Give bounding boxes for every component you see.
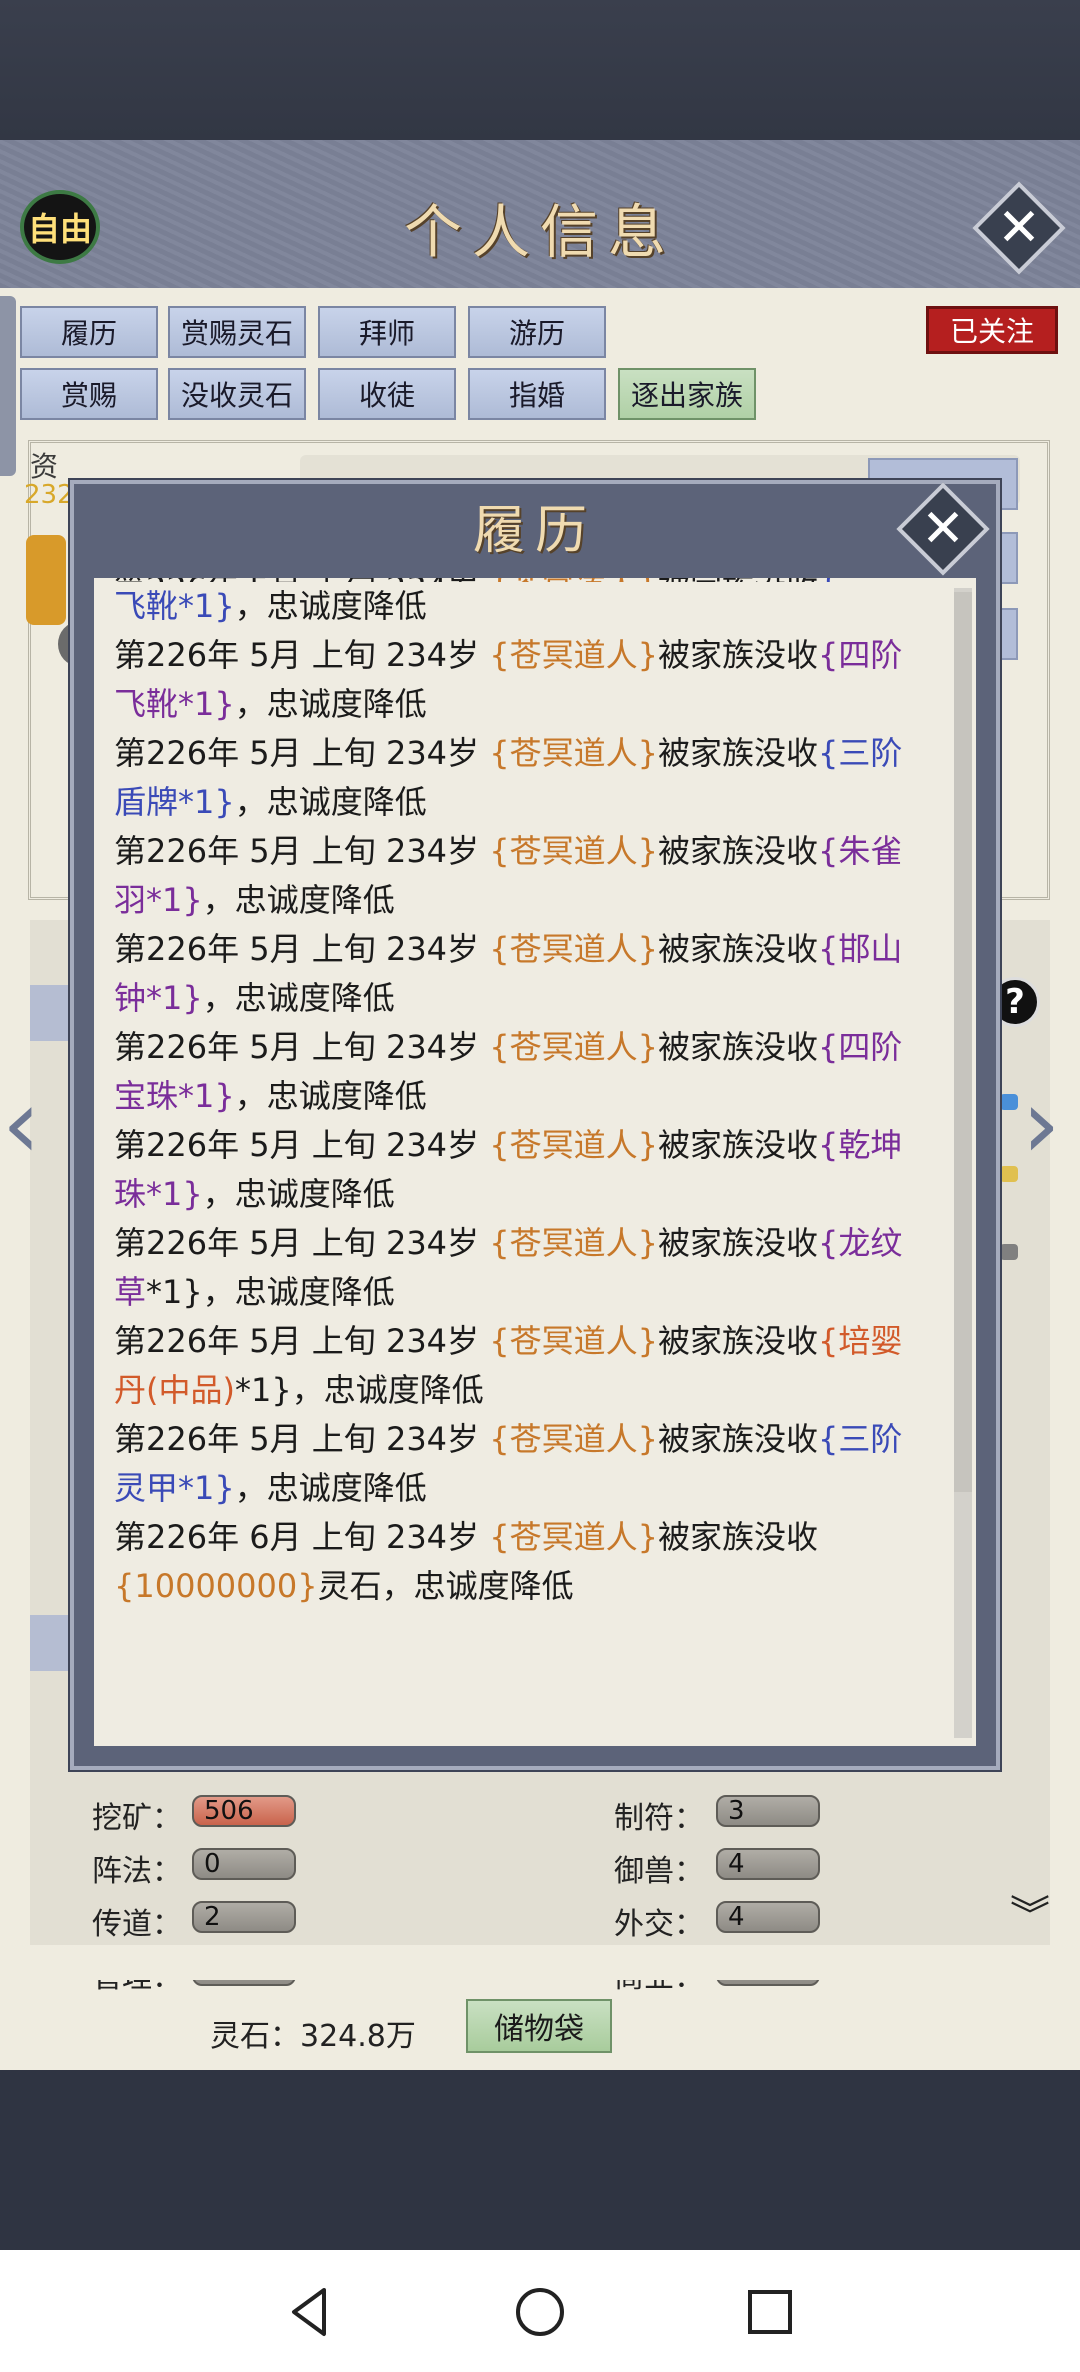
list-item: 第226年 6月 上旬 234岁 {苍冥道人}被家族没收 [114,1518,818,1556]
tab-history[interactable]: 履历 [20,306,158,358]
list-item: 宝珠*1}，忠诚度降低 [114,1077,427,1115]
beast-value: 4 [716,1848,820,1880]
list-item: {10000000}灵石，忠诚度降低 [114,1567,574,1605]
preach-label: 传道： [92,1907,182,1942]
beast-label: 御兽： [614,1854,704,1889]
tab-travel[interactable]: 游历 [468,306,606,358]
preach-value: 2 [192,1901,296,1933]
list-item: 第226年 5月 上旬 234岁 {苍冥道人}被家族没收{培婴 [114,1322,903,1360]
list-item: 羽*1}，忠诚度降低 [114,881,395,919]
tab-take-disciple[interactable]: 收徒 [318,368,456,420]
attribute-bar [1000,1166,1018,1182]
modal-title: 履历 [472,501,597,561]
double-chevron-down-icon[interactable]: ︾ [1010,1896,1050,1936]
page-title: 个人信息 [403,198,676,266]
list-item: 珠*1}，忠诚度降低 [114,1175,395,1213]
list-item: 第226年 5月 上旬 234岁 {苍冥道人}被家族没收{龙纹 [114,1224,903,1262]
scrollbar-thumb[interactable] [954,592,972,1492]
talisman-label: 制符： [614,1801,704,1836]
list-item: 盾牌*1}，忠诚度降低 [114,783,427,821]
formation-value: 0 [192,1848,296,1880]
history-log[interactable]: 第226年 5月 上旬 234岁 {苍冥道人}被家族没收{ 飞靴*1}，忠诚度降… [94,578,976,1746]
tab-confiscate-stones[interactable]: 没收灵石 [168,368,306,420]
list-item: 第226年 5月 上旬 234岁 {苍冥道人}被家族没收{四阶 [114,636,903,674]
tab-apprentice[interactable]: 拜师 [318,306,456,358]
chevron-right-icon[interactable]: › [1022,1068,1060,1180]
attribute-bar [1000,1244,1018,1260]
diplomacy-value: 4 [716,1901,820,1933]
list-item: 飞靴*1}，忠诚度降低 [114,587,427,625]
chevron-left-icon[interactable]: ‹ [2,1068,40,1180]
list-item: 丹(中品)*1}，忠诚度降低 [114,1371,484,1409]
list-item: 第226年 5月 上旬 234岁 {苍冥道人}被家族没收{四阶 [114,1028,903,1066]
list-item: 飞靴*1}，忠诚度降低 [114,685,427,723]
list-item: 钟*1}，忠诚度降低 [114,979,395,1017]
aptitude-tag: 资 [30,450,59,483]
storage-bag-button[interactable]: 储物袋 [466,1999,612,2053]
talisman-value: 3 [716,1795,820,1827]
tab-reward-stones[interactable]: 赏赐灵石 [168,306,306,358]
recents-nav-icon[interactable] [740,2282,800,2342]
list-item: 第226年 5月 上旬 234岁 {苍冥道人}被家族没收{三阶 [114,734,903,772]
panel-left-tab[interactable] [0,296,16,476]
tab-expel[interactable]: 逐出家族 [618,368,756,420]
list-item: 第226年 5月 上旬 234岁 {苍冥道人}被家族没收{乾坤 [114,1126,903,1164]
tab-arrange-marriage[interactable]: 指婚 [468,368,606,420]
modal-close-button[interactable]: ✕ [896,482,990,576]
spirit-stones: 灵石：324.8万 [210,2019,416,2054]
rank-emblem [26,535,66,625]
aptitude-value: 232 [24,480,74,510]
attribute-bar [1000,1094,1018,1110]
tab-reward[interactable]: 赏赐 [20,368,158,420]
list-item: 灵甲*1}，忠诚度降低 [114,1469,427,1507]
status-area [0,0,1080,140]
formation-label: 阵法： [92,1854,182,1889]
back-nav-icon[interactable] [280,2282,340,2342]
mining-label: 挖矿： [92,1801,182,1836]
list-item: 草*1}，忠诚度降低 [114,1273,395,1311]
diplomacy-label: 外交： [614,1907,704,1942]
list-item: 第226年 5月 上旬 234岁 {苍冥道人}被家族没收{朱雀 [114,832,903,870]
home-nav-icon[interactable] [510,2282,570,2342]
list-item: 第226年 5月 上旬 234岁 {苍冥道人}被家族没收{邯山 [114,930,903,968]
close-button[interactable]: ✕ [972,181,1066,275]
mining-value: 506 [192,1795,296,1827]
stats-clip [30,1945,1050,1980]
follow-button[interactable]: 已关注 [926,306,1058,354]
list-item: 第226年 5月 上旬 234岁 {苍冥道人}被家族没收{三阶 [114,1420,903,1458]
